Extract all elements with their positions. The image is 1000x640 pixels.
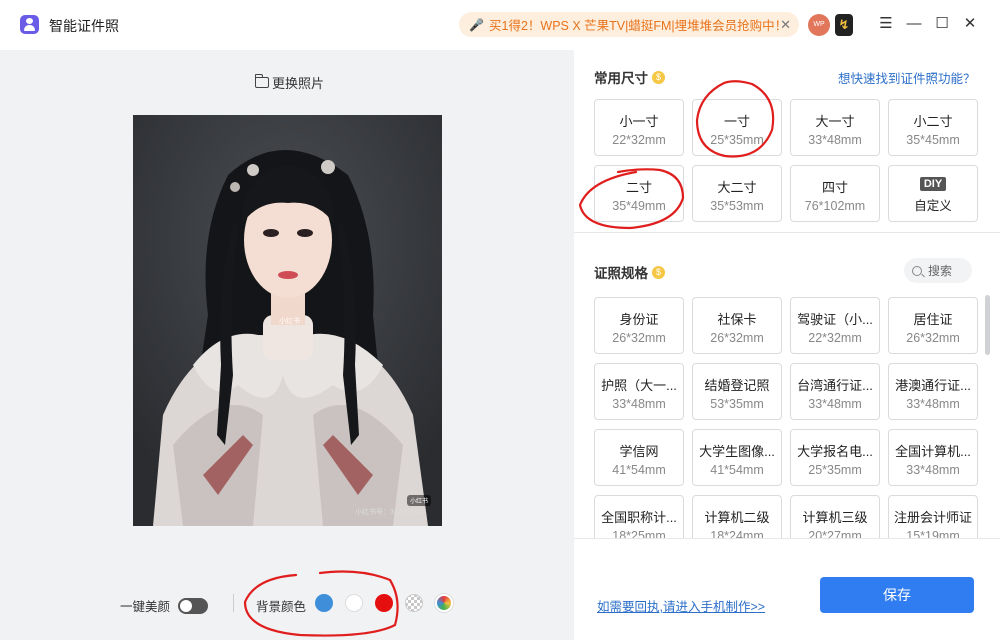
title-bar: 智能证件照 🎤 买1得2！WPS X 芒果TV|蜡挺FM|埋堆堆会员抢购中！ ✕… <box>0 0 1000 50</box>
portrait-photo: 小红书 小红书 小红书号：314252914 <box>133 115 442 526</box>
bg-color-custom[interactable] <box>435 594 453 612</box>
close-promo-icon[interactable]: ✕ <box>780 17 791 33</box>
spec-card[interactable]: 居住证 26*32mm <box>888 297 978 354</box>
spec-search-input[interactable]: 搜索 <box>904 258 972 283</box>
beauty-toggle-row: 一键美颜 <box>120 596 209 615</box>
bg-color-blue[interactable] <box>315 594 333 612</box>
maximize-button[interactable]: ☐ <box>932 14 952 34</box>
spec-card[interactable]: 港澳通行证... 33*48mm <box>888 363 978 420</box>
size-card[interactable]: 小二寸 35*45mm <box>888 99 978 156</box>
options-panel: 常用尺寸 $ 想快速找到证件照功能？ 小一寸 22*32mm 一寸 25*35mm… <box>574 50 1000 640</box>
bg-color-red[interactable] <box>375 594 393 612</box>
spec-card[interactable]: 学信网 41*54mm <box>594 429 684 486</box>
watermark-badge: 小红书 <box>407 495 432 506</box>
bg-color-label: 背景颜色 <box>256 600 307 614</box>
avatar[interactable]: WP <box>808 14 830 36</box>
size-card[interactable]: 小一寸 22*32mm <box>594 99 684 156</box>
coin-icon: $ <box>652 265 665 279</box>
app-title: 智能证件照 <box>49 18 119 34</box>
spec-card[interactable]: 大学报名电... 25*35mm <box>790 429 880 486</box>
spec-card[interactable]: 结婚登记照 53*35mm <box>692 363 782 420</box>
spec-card[interactable]: 全国职称计... 18*25mm <box>594 495 684 538</box>
spec-scrollbar[interactable] <box>985 295 990 355</box>
divider <box>233 594 234 612</box>
app-logo-icon <box>20 15 39 34</box>
size-card[interactable]: 二寸 35*49mm <box>594 165 684 222</box>
spec-card[interactable]: 身份证 26*32mm <box>594 297 684 354</box>
footer-divider <box>574 538 1000 539</box>
promo-banner[interactable]: 🎤 买1得2！WPS X 芒果TV|蜡挺FM|埋堆堆会员抢购中！ ✕ <box>459 12 799 37</box>
spec-card[interactable]: 计算机三级 20*27mm <box>790 495 880 538</box>
search-icon <box>912 265 922 276</box>
section-divider <box>574 232 1000 233</box>
promo-text[interactable]: 买1得2！WPS X 芒果TV|蜡挺FM|埋堆堆会员抢购中！ <box>489 15 787 34</box>
spec-title: 证照规格 $ <box>594 262 665 282</box>
phone-link[interactable]: 如需要回执,请进入手机制作>> <box>597 596 765 615</box>
size-card[interactable]: 大二寸 35*53mm <box>692 165 782 222</box>
spec-card[interactable]: 护照（大一... 33*48mm <box>594 363 684 420</box>
close-window-button[interactable]: ✕ <box>960 14 980 34</box>
spec-card[interactable]: 社保卡 26*32mm <box>692 297 782 354</box>
size-card[interactable]: 四寸 76*102mm <box>790 165 880 222</box>
watermark-text: 小红书 <box>279 318 300 325</box>
spec-card[interactable]: 计算机二级 18*24mm <box>692 495 782 538</box>
beauty-label: 一键美颜 <box>120 600 171 614</box>
help-link[interactable]: 想快速找到证件照功能？ <box>838 68 976 87</box>
change-photo-label: 更换照片 <box>272 76 325 91</box>
diy-badge: DIY <box>919 177 947 191</box>
vip-lightning-icon[interactable]: ↯ <box>835 14 853 36</box>
spec-card[interactable]: 全国计算机... 33*48mm <box>888 429 978 486</box>
save-button[interactable]: 保存 <box>820 577 974 613</box>
size-card[interactable]: 一寸 25*35mm <box>692 99 782 156</box>
change-photo-button[interactable]: 更换照片 <box>254 73 325 92</box>
microphone-icon: 🎤 <box>469 17 484 32</box>
custom-size-card[interactable]: DIY 自定义 <box>888 165 978 222</box>
folder-icon <box>254 74 269 88</box>
bg-color-transparent[interactable] <box>405 594 423 612</box>
spec-card[interactable]: 台湾通行证... 33*48mm <box>790 363 880 420</box>
spec-card[interactable]: 大学生图像... 41*54mm <box>692 429 782 486</box>
minimize-button[interactable]: — <box>904 14 924 34</box>
spec-list[interactable]: 身份证 26*32mm 社保卡 26*32mm 驾驶证（小... 22*32mm… <box>574 295 1000 538</box>
spec-card[interactable]: 驾驶证（小... 22*32mm <box>790 297 880 354</box>
common-sizes-title: 常用尺寸 $ <box>594 67 665 87</box>
size-card[interactable]: 大一寸 33*48mm <box>790 99 880 156</box>
beauty-toggle[interactable] <box>178 597 209 614</box>
coin-icon: $ <box>652 70 665 84</box>
preview-panel: 更换照片 小红书 小红书 小红书号：314252914 一键美颜 背景颜色 <box>0 50 574 640</box>
menu-icon[interactable]: ☰ <box>876 14 896 34</box>
spec-card[interactable]: 注册会计师证 15*19mm <box>888 495 978 538</box>
bg-color-white[interactable] <box>345 594 363 612</box>
watermark-id: 小红书号：314252914 <box>355 509 426 516</box>
